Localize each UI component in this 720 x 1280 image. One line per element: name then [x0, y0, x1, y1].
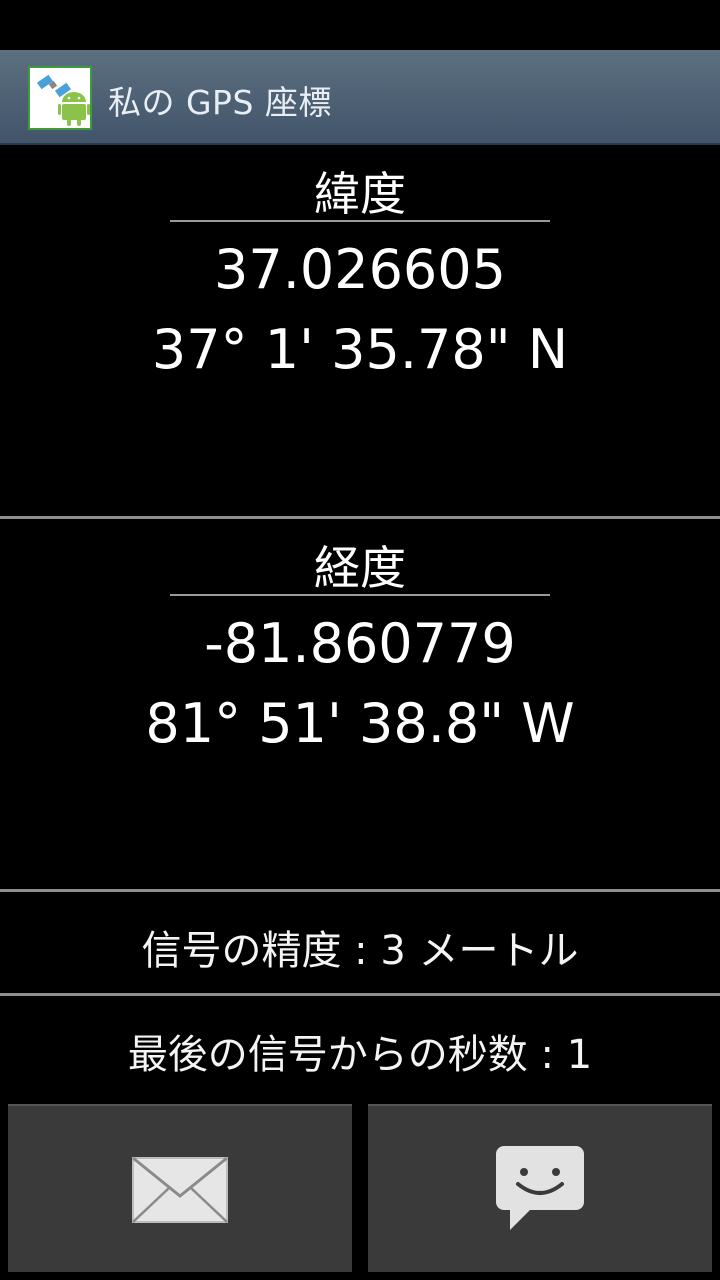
divider [0, 889, 720, 892]
longitude-decimal: -81.860779 [204, 612, 516, 675]
longitude-dms: 81° 51' 38.8" W [145, 692, 575, 755]
app-title: 私の GPS 座標 [108, 83, 332, 122]
action-bar: 私の GPS 座標 [0, 50, 720, 145]
last-fix-text: 最後の信号からの秒数 : 1 [127, 1032, 593, 1078]
latitude-decimal: 37.026605 [213, 238, 507, 301]
latitude-underline [170, 220, 550, 222]
email-button[interactable] [8, 1104, 352, 1272]
gps-android-app-icon [36, 74, 90, 126]
divider [0, 516, 720, 519]
sms-button[interactable] [368, 1104, 712, 1272]
app-icon [28, 66, 92, 130]
accuracy-text: 信号の精度 : 3 メートル [141, 928, 579, 974]
divider [0, 993, 720, 996]
longitude-underline [170, 594, 550, 596]
longitude-label: 経度 [314, 541, 406, 595]
status-bar [0, 0, 720, 50]
envelope-icon [132, 1156, 228, 1223]
latitude-dms: 37° 1' 35.78" N [151, 318, 569, 381]
chat-bubble-smiley-icon [496, 1146, 584, 1230]
latitude-label: 緯度 [314, 167, 406, 221]
